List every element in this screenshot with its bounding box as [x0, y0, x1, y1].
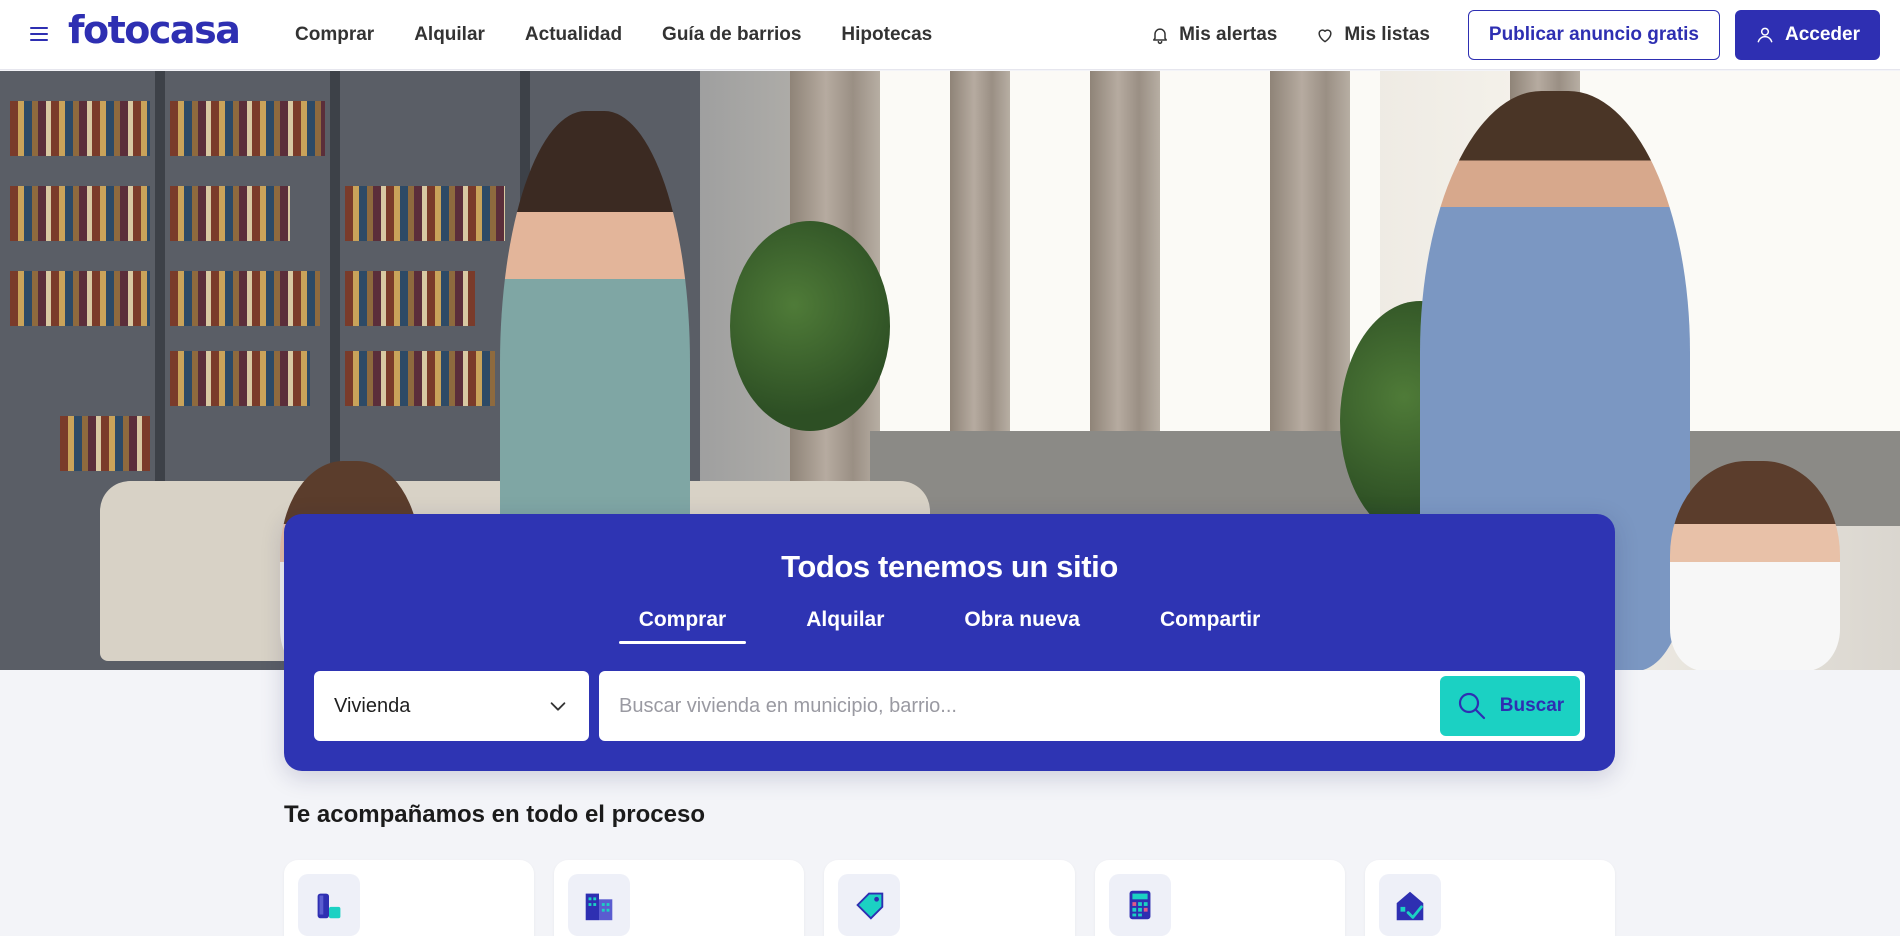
search-title: Todos tenemos un sitio [781, 549, 1118, 584]
login-button[interactable]: Acceder [1735, 10, 1880, 60]
process-card-calculator[interactable] [1094, 860, 1345, 936]
search-input[interactable] [619, 694, 1440, 718]
chevron-down-icon [550, 702, 566, 711]
user-icon [1757, 27, 1773, 43]
alerts-label: Mis alertas [1179, 24, 1278, 45]
nav-actualidad[interactable]: Actualidad [525, 24, 622, 46]
fotocasa-logo[interactable]: fotocasa [68, 8, 241, 52]
process-card-house[interactable] [1364, 860, 1616, 936]
search-tabs: Comprar Alquilar Obra nueva Compartir [284, 608, 1615, 644]
process-title: Te acompañamos en todo el proceso [284, 801, 705, 828]
search-panel: Todos tenemos un sitio Comprar Alquilar … [284, 514, 1615, 771]
top-header: fotocasa Comprar Alquilar Actualidad Guí… [0, 0, 1900, 70]
property-type-select[interactable]: Vivienda [314, 671, 589, 741]
header-actions: Mis alertas Mis listas Publicar anuncio … [1150, 10, 1880, 60]
nav-guia-barrios[interactable]: Guía de barrios [662, 24, 801, 46]
location-search: Buscar [599, 671, 1585, 741]
property-type-value: Vivienda [334, 694, 411, 717]
nav-alquilar[interactable]: Alquilar [414, 24, 485, 46]
house-check-icon [1396, 891, 1424, 921]
lists-label: Mis listas [1344, 24, 1430, 45]
process-card-savings[interactable] [284, 860, 535, 936]
tab-compartir[interactable]: Compartir [1140, 608, 1280, 644]
process-cards [284, 860, 1616, 936]
search-button-label: Buscar [1499, 695, 1565, 716]
nav-comprar[interactable]: Comprar [295, 24, 374, 46]
buildings-icon [585, 893, 613, 921]
tab-comprar[interactable]: Comprar [618, 608, 747, 644]
alerts-link[interactable]: Mis alertas [1150, 24, 1277, 46]
process-card-price[interactable] [824, 860, 1075, 936]
search-icon [1458, 692, 1485, 720]
tab-obra-nueva[interactable]: Obra nueva [944, 608, 1100, 644]
calculator-icon [1129, 890, 1151, 920]
bell-icon [1153, 28, 1168, 45]
menu-icon[interactable] [30, 27, 48, 41]
search-button[interactable]: Buscar [1440, 676, 1580, 736]
nav-hipotecas[interactable]: Hipotecas [841, 24, 932, 46]
price-tag-icon [856, 892, 884, 920]
publish-ad-button[interactable]: Publicar anuncio gratis [1467, 10, 1720, 60]
savings-jar-icon [317, 893, 341, 919]
login-label: Acceder [1785, 24, 1860, 45]
tab-alquilar[interactable]: Alquilar [786, 608, 904, 644]
process-card-buildings[interactable] [554, 860, 805, 936]
heart-icon [1318, 29, 1332, 43]
main-nav: Comprar Alquilar Actualidad Guía de barr… [295, 0, 932, 70]
lists-link[interactable]: Mis listas [1315, 24, 1430, 46]
